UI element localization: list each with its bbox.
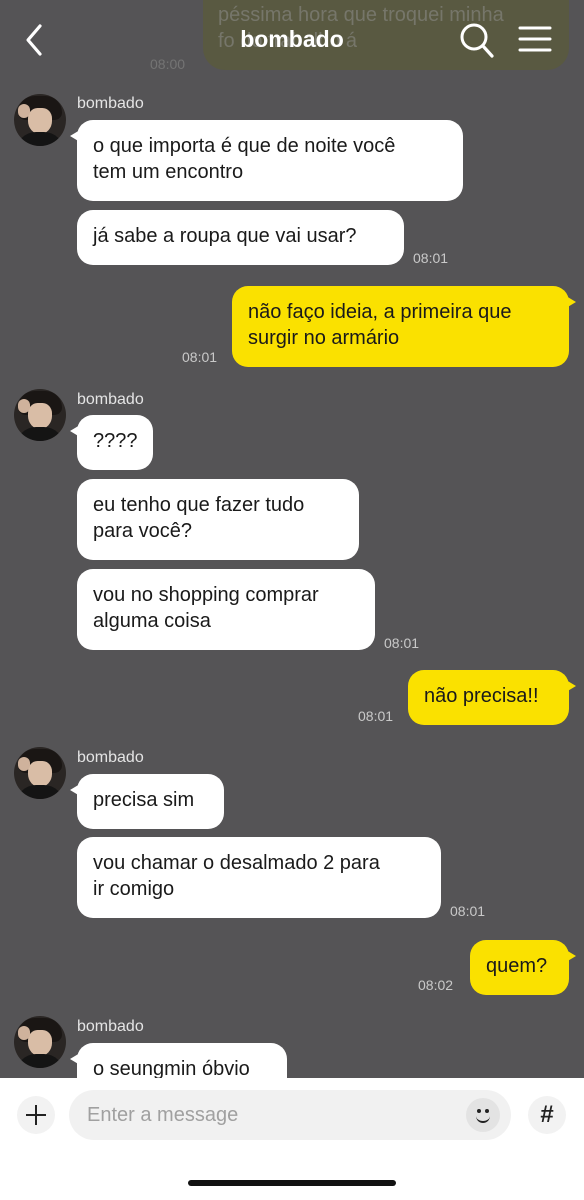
message-time: 08:01 <box>413 250 449 266</box>
contact-avatar[interactable] <box>14 747 66 799</box>
message-input-bar: Enter a message # <box>0 1078 584 1200</box>
received-message-bubble[interactable]: eu tenho que fazer tudo para você? <box>77 479 359 560</box>
sent-message-bubble[interactable]: não faço ideia, a primeira que surgir no… <box>232 286 576 367</box>
menu-button[interactable] <box>517 22 553 58</box>
contact-avatar[interactable] <box>14 94 66 146</box>
received-message-bubble[interactable]: já sabe a roupa que vai usar? <box>77 210 404 265</box>
sender-name: bombado <box>77 1018 144 1035</box>
message-input[interactable]: Enter a message <box>69 1090 511 1140</box>
received-message-bubble[interactable]: o que importa é que de noite você tem um… <box>70 120 463 201</box>
message-time: 08:02 <box>418 977 454 993</box>
sender-name: bombado <box>77 749 144 766</box>
received-message-bubble[interactable]: vou chamar o desalmado 2 para ir comigo <box>77 837 441 918</box>
contact-avatar[interactable] <box>14 389 66 441</box>
home-indicator[interactable] <box>188 1180 396 1186</box>
search-icon <box>460 23 494 58</box>
sent-message-bubble[interactable]: não precisa!! <box>408 670 576 725</box>
plus-icon[interactable] <box>17 1096 55 1134</box>
search-button[interactable] <box>458 20 496 60</box>
emoji-icon[interactable] <box>466 1098 500 1132</box>
message-time: 08:01 <box>182 349 218 365</box>
received-message-bubble[interactable]: vou no shopping comprar alguma coisa <box>77 569 375 650</box>
received-message-bubble[interactable]: precisa sim <box>70 774 224 829</box>
chat-title: bombado <box>240 26 344 52</box>
contact-avatar[interactable] <box>14 1016 66 1068</box>
received-message-bubble[interactable]: ???? <box>70 415 153 470</box>
message-time: 08:01 <box>450 903 486 919</box>
chat-header: bombado <box>0 0 584 80</box>
hash-icon[interactable]: # <box>528 1096 566 1134</box>
sender-name: bombado <box>77 95 144 112</box>
sent-message-bubble[interactable]: quem? <box>470 940 576 995</box>
message-time: 08:01 <box>358 708 394 724</box>
message-time: 08:01 <box>384 635 420 651</box>
sender-name: bombado <box>77 391 144 408</box>
hamburger-menu-icon <box>518 26 552 52</box>
